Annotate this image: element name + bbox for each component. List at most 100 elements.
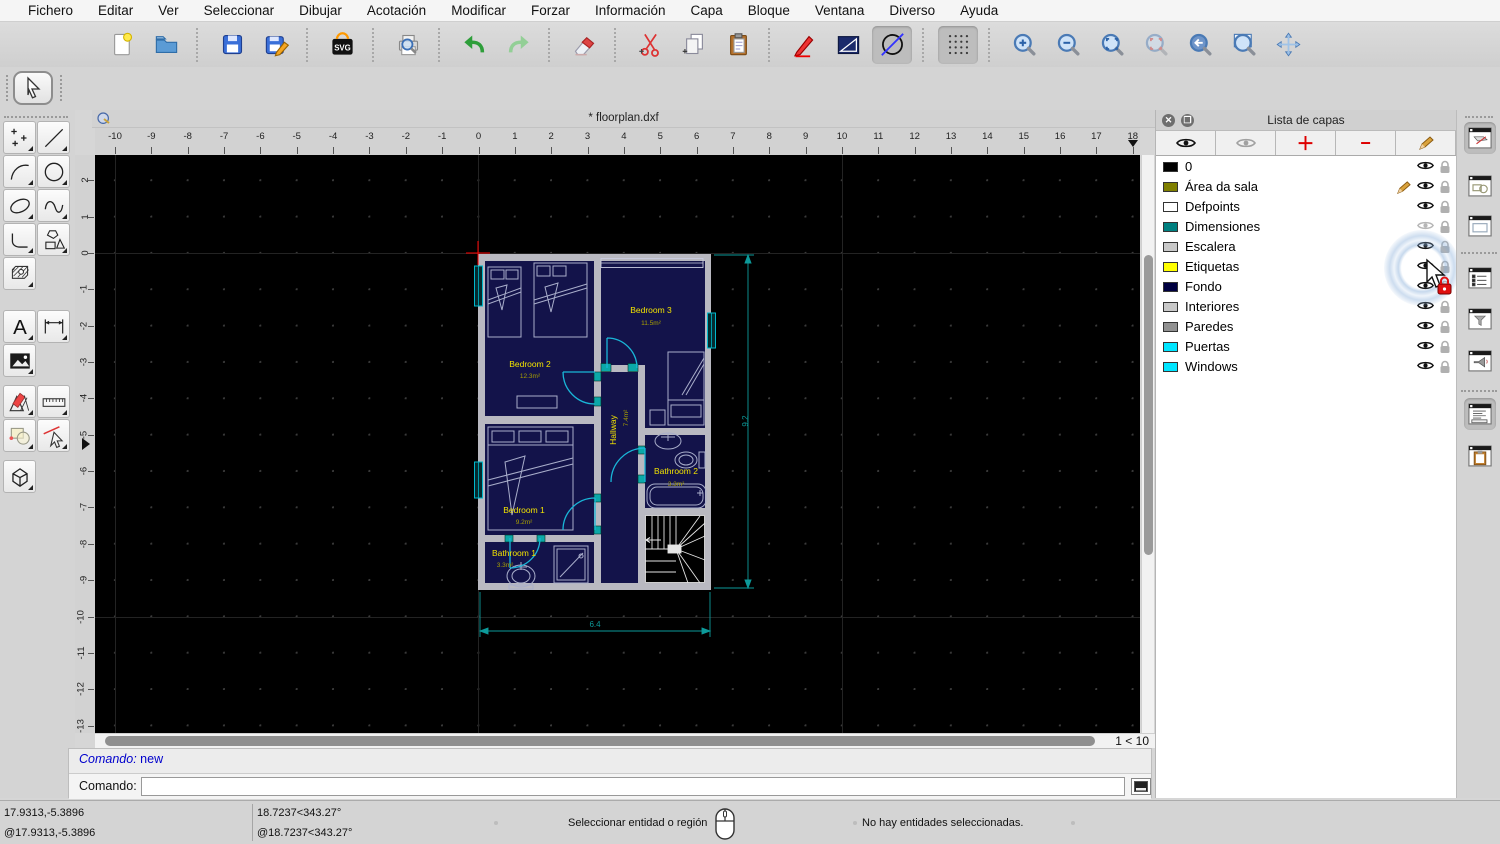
- menu-fichero[interactable]: Fichero: [28, 3, 73, 18]
- layer-visibility-eye-icon[interactable]: [1417, 240, 1434, 251]
- zoom-pan-button[interactable]: [1268, 26, 1308, 64]
- entity-list-dock-button[interactable]: [1464, 262, 1496, 294]
- add-layer-button[interactable]: ＋: [1276, 131, 1336, 155]
- draft-mode-button[interactable]: [872, 25, 912, 64]
- paste-button[interactable]: [718, 26, 758, 64]
- layer-list-dock-button[interactable]: [1464, 122, 1496, 154]
- polygon-tool-button[interactable]: [37, 223, 70, 256]
- command-options-dock-button[interactable]: [1464, 398, 1496, 430]
- layer-row[interactable]: Interiores: [1156, 297, 1456, 317]
- layer-row[interactable]: Defpoints: [1156, 197, 1456, 217]
- pen-tool-button[interactable]: [784, 26, 824, 64]
- zoom-window-button[interactable]: [1224, 26, 1264, 64]
- polyline-tool-button[interactable]: [3, 223, 36, 256]
- layer-lock-icon[interactable]: [1439, 320, 1451, 334]
- image-tool-button[interactable]: [3, 344, 36, 377]
- drawing-canvas[interactable]: Bedroom 2 Bedroom 3 Bedroom 1 Bathroom 1…: [95, 155, 1140, 733]
- show-all-layers-button[interactable]: [1156, 131, 1216, 155]
- layer-visibility-eye-icon[interactable]: [1417, 180, 1434, 191]
- ellipse-tool-button[interactable]: [3, 189, 36, 222]
- menu-forzar[interactable]: Forzar: [531, 3, 570, 18]
- hatch-tool-button[interactable]: [3, 257, 36, 290]
- layer-row[interactable]: Área da sala: [1156, 177, 1456, 197]
- menu-editar[interactable]: Editar: [98, 3, 133, 18]
- layer-visibility-eye-icon[interactable]: [1417, 220, 1434, 231]
- cut-button[interactable]: [630, 26, 670, 64]
- layer-row[interactable]: Dimensiones: [1156, 217, 1456, 237]
- menu-informacion[interactable]: Información: [595, 3, 666, 18]
- library-browser-dock-button[interactable]: [1464, 210, 1496, 242]
- text-tool-button[interactable]: A: [3, 310, 36, 343]
- edit-layer-button[interactable]: [1396, 131, 1456, 155]
- layer-visibility-eye-icon[interactable]: [1417, 360, 1434, 371]
- clipboard-dock-button[interactable]: [1464, 440, 1496, 472]
- modify-tool-button[interactable]: [3, 419, 36, 452]
- menu-dibujar[interactable]: Dibujar: [299, 3, 342, 18]
- filter-dock-button[interactable]: [1464, 303, 1496, 335]
- dimension-tool-button[interactable]: [37, 310, 70, 343]
- selection-tool-button[interactable]: [13, 71, 53, 105]
- menu-diverso[interactable]: Diverso: [889, 3, 935, 18]
- horizontal-scrollbar-thumb[interactable]: [105, 736, 1095, 746]
- menu-ventana[interactable]: Ventana: [815, 3, 865, 18]
- zoom-selected-button[interactable]: [1136, 26, 1176, 64]
- layer-visibility-eye-icon[interactable]: [1417, 320, 1434, 331]
- layer-row[interactable]: Escalera: [1156, 237, 1456, 257]
- command-input[interactable]: [141, 777, 1125, 796]
- layer-row[interactable]: 0: [1156, 157, 1456, 177]
- menu-ver[interactable]: Ver: [158, 3, 178, 18]
- layer-lock-icon[interactable]: [1439, 200, 1451, 214]
- delete-entities-button[interactable]: [564, 26, 604, 64]
- points-tool-button[interactable]: [3, 121, 36, 154]
- menu-acotacion[interactable]: Acotación: [367, 3, 426, 18]
- vertical-scrollbar-thumb[interactable]: [1144, 255, 1153, 555]
- line-tool-button[interactable]: [37, 121, 70, 154]
- copy-button[interactable]: [674, 26, 714, 64]
- select-entities-tool-button[interactable]: [37, 419, 70, 452]
- save-button[interactable]: [212, 26, 252, 64]
- box-3d-tool-button[interactable]: [3, 460, 36, 493]
- menu-ayuda[interactable]: Ayuda: [960, 3, 998, 18]
- svg-export-button[interactable]: SVG: [322, 26, 362, 64]
- layer-visibility-eye-icon[interactable]: [1417, 300, 1434, 311]
- layer-lock-icon[interactable]: [1439, 360, 1451, 374]
- layer-visibility-eye-icon[interactable]: [1417, 280, 1434, 291]
- layer-visibility-eye-icon[interactable]: [1417, 340, 1434, 351]
- zoom-auto-button[interactable]: [1092, 26, 1132, 64]
- menu-modificar[interactable]: Modificar: [451, 3, 506, 18]
- redo-button[interactable]: [498, 26, 538, 64]
- layer-lock-icon[interactable]: [1439, 180, 1451, 194]
- zoom-out-button[interactable]: [1048, 26, 1088, 64]
- layer-row[interactable]: Paredes: [1156, 317, 1456, 337]
- layer-lock-icon[interactable]: [1439, 220, 1451, 234]
- layer-visibility-eye-icon[interactable]: [1417, 200, 1434, 211]
- new-document-button[interactable]: [102, 26, 142, 64]
- layer-lock-icon[interactable]: [1439, 280, 1451, 294]
- layer-row[interactable]: Fondo: [1156, 277, 1456, 297]
- dimension-rect-button[interactable]: [828, 26, 868, 64]
- open-file-button[interactable]: [146, 26, 186, 64]
- layer-lock-icon[interactable]: [1439, 300, 1451, 314]
- print-preview-button[interactable]: [388, 26, 428, 64]
- vertical-scrollbar[interactable]: [1141, 155, 1154, 733]
- zoom-in-button[interactable]: [1004, 26, 1044, 64]
- menu-bloque[interactable]: Bloque: [748, 3, 790, 18]
- menu-capa[interactable]: Capa: [691, 3, 723, 18]
- draw-ornaments-tool-button[interactable]: [3, 385, 36, 418]
- layer-row[interactable]: Puertas: [1156, 337, 1456, 357]
- zoom-previous-button[interactable]: [1180, 26, 1220, 64]
- layer-visibility-eye-icon[interactable]: [1417, 160, 1434, 171]
- menu-seleccionar[interactable]: Seleccionar: [204, 3, 275, 18]
- layer-lock-icon[interactable]: [1439, 260, 1451, 274]
- arc-tool-button[interactable]: [3, 155, 36, 188]
- circle-tool-button[interactable]: [37, 155, 70, 188]
- dock-collapse-arrow[interactable]: [82, 438, 90, 450]
- layer-visibility-eye-icon[interactable]: [1417, 260, 1434, 271]
- layer-lock-icon[interactable]: [1439, 160, 1451, 174]
- block-list-dock-button[interactable]: [1464, 170, 1496, 202]
- horizontal-scrollbar[interactable]: 1 < 10: [95, 733, 1155, 748]
- layer-lock-icon[interactable]: [1439, 340, 1451, 354]
- remove-layer-button[interactable]: −: [1336, 131, 1396, 155]
- layer-lock-icon[interactable]: [1439, 240, 1451, 254]
- grid-toggle-button[interactable]: [938, 25, 978, 64]
